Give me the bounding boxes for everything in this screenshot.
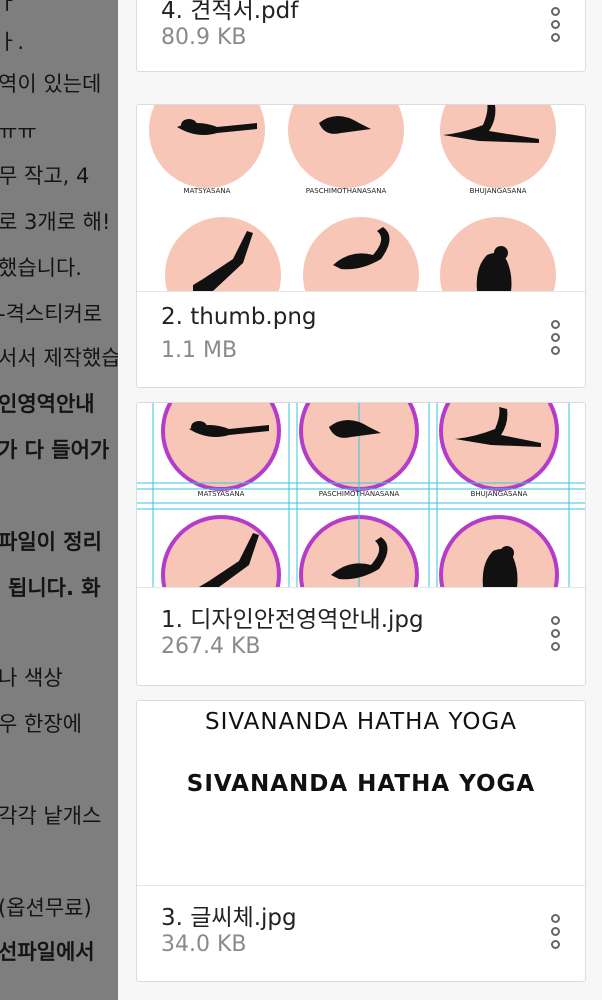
file-name: 2. thumb.png: [161, 304, 317, 330]
doc-line: 서서 제작했습: [0, 346, 121, 370]
font-sample: SIVANANDA HATHA YOGA: [186, 771, 536, 797]
pose-label: PASCHIMOTHANASANA: [306, 187, 387, 195]
doc-line: ㅏ: [0, 0, 18, 14]
doc-line: 인영역안내: [0, 392, 95, 416]
image-thumbnail[interactable]: SIVANANDA HATHA YOGA SIVANANDA HATHA YOG…: [137, 701, 585, 885]
file-name: 4. 견적서.pdf: [161, 0, 299, 24]
more-options-icon[interactable]: [547, 616, 563, 660]
doc-line: 됩니다. 화: [8, 576, 101, 600]
file-size: 1.1 MB: [161, 338, 238, 363]
doc-line: 각각 낱개스: [0, 804, 102, 828]
file-size: 80.9 KB: [161, 25, 247, 50]
font-sample: SIVANANDA HATHA YOGA: [205, 709, 517, 735]
pose-label: BHUJANGASANA: [471, 490, 528, 498]
pose-label: PASCHIMOTHANASANA: [319, 490, 400, 498]
file-size: 34.0 KB: [161, 932, 247, 957]
file-card[interactable]: MATSYASANA PASCHIMOTHANASANA BHUJANGASAN…: [136, 104, 586, 388]
doc-line: 역이 있는데: [0, 72, 102, 96]
doc-line: -격스티커로: [0, 302, 103, 326]
file-card[interactable]: 4. 견적서.pdf 80.9 KB: [136, 0, 586, 72]
more-options-icon[interactable]: [547, 320, 563, 364]
file-name: 1. 디자인안전영역안내.jpg: [161, 607, 424, 633]
image-thumbnail[interactable]: MATSYASANA PASCHIMOTHANASANA BHUJANGASAN…: [137, 105, 585, 291]
doc-line: 로 3개로 해!: [0, 210, 111, 234]
more-options-icon[interactable]: [547, 7, 563, 51]
file-card[interactable]: SIVANANDA HATHA YOGA SIVANANDA HATHA YOG…: [136, 700, 586, 982]
pose-label: MATSYASANA: [184, 187, 231, 195]
pose-label: BHUJANGASANA: [470, 187, 527, 195]
doc-line: ㅏ.: [0, 30, 24, 54]
file-name: 3. 글씨체.jpg: [161, 905, 297, 931]
pose-label: MATSYASANA: [198, 490, 245, 498]
doc-line: 무 작고, 4: [0, 164, 90, 188]
doc-line: 가 다 들어가: [0, 438, 110, 462]
doc-line: 했습니다.: [0, 256, 82, 280]
doc-line: 선파일에서: [0, 940, 95, 964]
file-card[interactable]: MATSYASANA PASCHIMOTHANASANA BHUJANGASAN…: [136, 402, 586, 686]
doc-line: ㅠㅠ: [0, 120, 37, 144]
more-options-icon[interactable]: [547, 914, 563, 958]
file-size: 267.4 KB: [161, 634, 261, 659]
doc-line: (옵션무료): [0, 896, 92, 920]
image-thumbnail[interactable]: MATSYASANA PASCHIMOTHANASANA BHUJANGASAN…: [137, 403, 585, 587]
doc-line: 우 한장에: [0, 712, 82, 736]
doc-line: 파일이 정리: [0, 530, 102, 554]
doc-line: 나 색상: [0, 666, 63, 690]
